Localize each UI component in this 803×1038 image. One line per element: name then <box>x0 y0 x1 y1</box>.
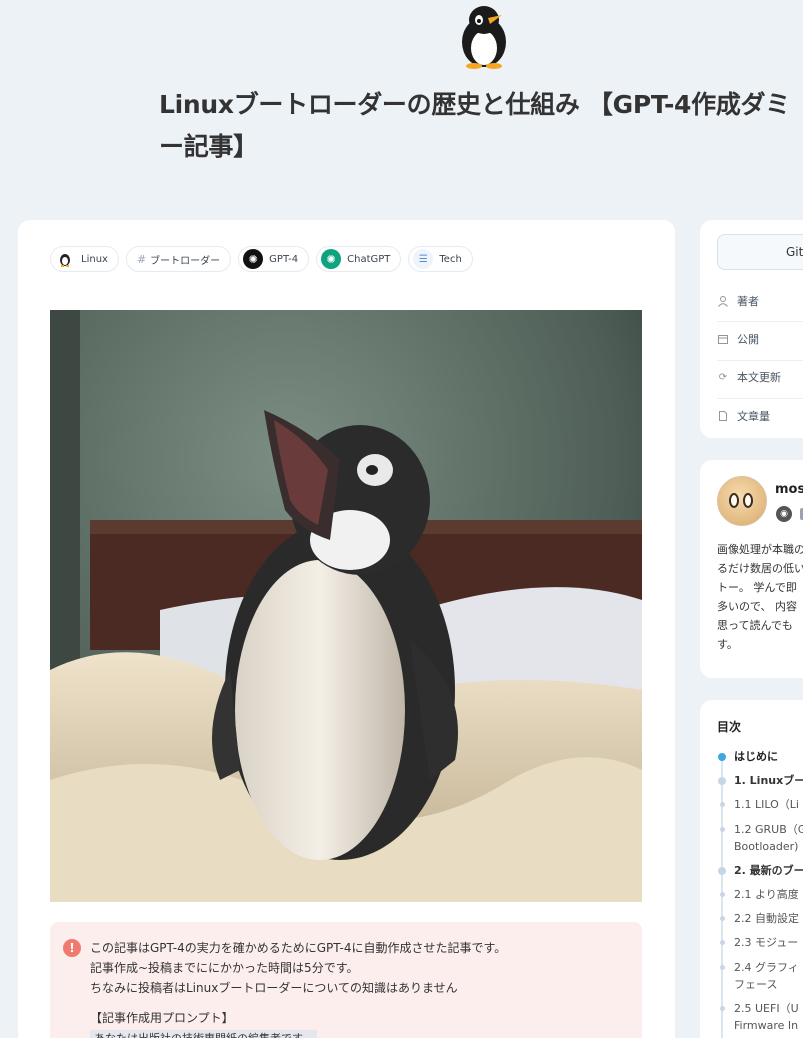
toc-marker <box>719 940 725 945</box>
hash-icon: # <box>136 252 147 266</box>
article-card: Linux # ブートローダー ✺ GPT-4 ✺ ChatGPT ☰ Tech <box>18 220 675 1038</box>
toc-item[interactable]: 1. Linuxブー <box>734 772 803 789</box>
toc-item[interactable]: 2.1 より高度 <box>734 886 799 903</box>
refresh-icon: ⟳ <box>718 371 728 383</box>
meta-label: 著者 <box>737 295 759 308</box>
article-title: Linuxブートローダーの歴史と仕組み 【GPT-4作成ダミー記事】 <box>159 90 790 161</box>
prompt-heading: 【記事作成用プロンプト】 <box>90 1011 234 1025</box>
meta-label: 本文更新 <box>737 371 781 384</box>
toc-marker <box>719 802 725 807</box>
topic-label: Tech <box>439 253 462 265</box>
meta-label: 文章量 <box>737 410 770 423</box>
toc-card: 目次 はじめに 1. Linuxブー 1.1 LILO（Li 1.2 GRUB（G Bo… <box>700 700 803 1038</box>
notice-line: ちなみに投稿者はLinuxブートローダーについての知識はありません <box>90 981 458 995</box>
toc-marker <box>719 1006 725 1011</box>
topic-list: Linux # ブートローダー ✺ GPT-4 ✺ ChatGPT ☰ Tech <box>50 246 473 272</box>
topic-linux[interactable]: Linux <box>50 246 119 272</box>
toc-marker <box>719 892 725 897</box>
topic-label: ブートローダー <box>150 255 221 267</box>
bio-line: 思って読んでも <box>717 619 793 632</box>
notice-line: 記事作成~投稿までににかかった時間は5分です。 <box>90 961 359 975</box>
toc-item[interactable]: Firmware In <box>734 1017 798 1034</box>
penguin-emoji-icon <box>452 4 516 70</box>
penguin-icon <box>55 249 75 269</box>
bio-line: るだけ数居の低い <box>717 562 803 575</box>
meta-updated: ⟳ 本文更新 <box>717 358 803 396</box>
toc-item[interactable]: フェース <box>734 976 777 993</box>
openai-icon: ✺ <box>321 249 342 269</box>
avatar-eye <box>729 493 739 508</box>
toc-item[interactable]: Bootloader) <box>734 838 798 855</box>
author-card: mos ◉ 画像処理が本職の るだけ数居の低い トー。 学んで即 多いので、 内… <box>700 460 803 678</box>
topic-label: GPT-4 <box>269 253 299 265</box>
toc-marker <box>719 965 725 970</box>
topic-chatgpt[interactable]: ✺ ChatGPT <box>316 246 402 272</box>
author-name[interactable]: mos <box>775 482 803 497</box>
document-icon <box>717 410 729 422</box>
topic-bootloader[interactable]: # ブートローダー <box>125 246 232 272</box>
toc-item[interactable]: 2. 最新のブー <box>734 862 803 879</box>
bio-line: トー。 学んで即 <box>717 581 797 594</box>
alert-icon: ! <box>63 939 81 957</box>
topic-gpt4[interactable]: ✺ GPT-4 <box>238 246 310 272</box>
toc-title: 目次 <box>717 720 742 734</box>
toc-item[interactable]: はじめに <box>734 748 778 765</box>
topic-label: Linux <box>81 253 108 265</box>
bio-line: 多いので、 内容 <box>717 600 798 613</box>
author-bio: 画像処理が本職の るだけ数居の低い トー。 学んで即 多いので、 内容 思って読… <box>717 540 803 654</box>
toc-marker <box>718 776 726 785</box>
avatar[interactable] <box>717 476 767 526</box>
meta-published: 公開 <box>717 320 803 358</box>
toc-marker <box>719 916 725 921</box>
toc-item[interactable]: 2.4 グラフィ <box>734 959 799 976</box>
notice-box: ! この記事はGPT-4の実力を確かめるためにGPT-4に自動作成させた記事です… <box>50 922 642 1038</box>
toc-item[interactable]: 2.3 モジュー <box>734 934 798 951</box>
notice-line: この記事はGPT-4の実力を確かめるためにGPT-4に自動作成させた記事です。 <box>90 941 507 955</box>
cover-image-yawning-penguin <box>50 310 642 902</box>
person-icon <box>717 295 729 307</box>
prompt-code: あなたは出版社の技術専門紙の編集者です。 <box>90 1030 317 1038</box>
github-icon[interactable]: ◉ <box>776 506 792 522</box>
toc-marker <box>718 866 726 875</box>
bio-line: す。 <box>717 638 738 651</box>
tech-icon: ☰ <box>413 249 434 269</box>
openai-icon: ✺ <box>243 249 264 269</box>
github-button[interactable]: Git <box>717 234 803 270</box>
meta-label: 公開 <box>737 333 759 346</box>
toc-item[interactable]: 2.5 UEFI（U <box>734 1000 799 1017</box>
notice-text: この記事はGPT-4の実力を確かめるためにGPT-4に自動作成させた記事です。 … <box>90 938 506 998</box>
toc-item[interactable]: 2.2 自動設定 <box>734 910 799 927</box>
topic-label: ChatGPT <box>347 253 391 265</box>
meta-length: 文章量 <box>717 397 803 435</box>
bio-line: 画像処理が本職の <box>717 543 803 556</box>
meta-card: Git 著者 公開 ⟳ 本文更新 文章量 <box>700 220 803 438</box>
toc-item[interactable]: 1.2 GRUB（G <box>734 821 803 838</box>
toc-marker <box>718 752 726 761</box>
avatar-eye <box>743 493 753 508</box>
topic-tech[interactable]: ☰ Tech <box>408 246 473 272</box>
meta-author: 著者 <box>717 282 803 320</box>
toc-marker <box>719 827 725 832</box>
calendar-icon <box>717 333 729 345</box>
toc-item[interactable]: 1.1 LILO（Li <box>734 796 799 813</box>
